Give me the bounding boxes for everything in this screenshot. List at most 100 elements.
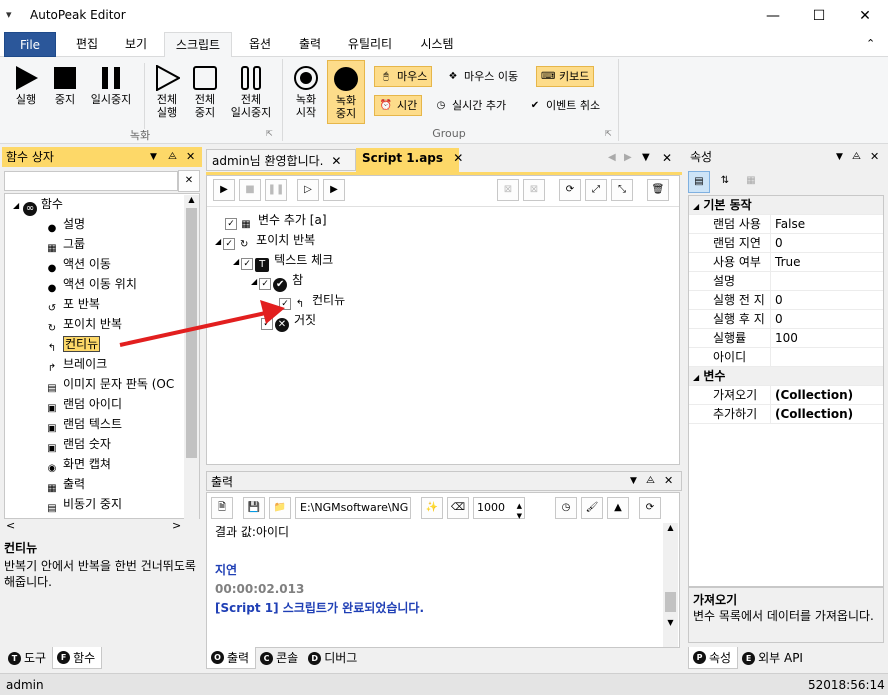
pin-icon[interactable]: ⨺ <box>168 147 177 167</box>
tab-scroll-right-icon[interactable]: ▶ <box>624 152 632 163</box>
fill-icon[interactable]: ▲ <box>607 497 629 519</box>
script-pause-button[interactable]: ❚❚ <box>265 179 287 201</box>
dialog-launcher-icon[interactable]: ⇱ <box>266 129 273 138</box>
scroll-up-icon[interactable]: ▲ <box>184 195 199 204</box>
log-path-input[interactable]: E:\NGMsoftware\NG <box>295 497 411 519</box>
menu-tab-view[interactable]: 보기 <box>114 32 158 57</box>
tab-functions[interactable]: F 함수 <box>52 647 103 669</box>
dropdown-icon[interactable]: ▼ <box>836 147 843 167</box>
clean-icon[interactable]: ✨ <box>421 497 443 519</box>
mouse-move-toggle[interactable]: ❖ 마우스 이동 <box>442 66 522 87</box>
collapse-icon[interactable]: ◢ <box>215 237 221 246</box>
realtime-add-toggle[interactable]: ◷ 실시간 추가 <box>430 95 510 116</box>
close-icon[interactable]: ✕ <box>186 147 195 167</box>
horizontal-scrollbar[interactable]: < > <box>4 519 200 535</box>
refresh-icon[interactable]: ⟳ <box>639 497 661 519</box>
minimize-button[interactable]: — <box>750 0 796 32</box>
tab-console[interactable]: C 콘솔 <box>256 647 304 669</box>
delete-icon[interactable]: 🗑 <box>647 179 669 201</box>
collapse-ribbon-icon[interactable]: ⌃ <box>866 37 875 50</box>
property-row[interactable]: 사용 여부 True <box>689 253 883 272</box>
collapse-icon[interactable]: ◢ <box>251 277 257 286</box>
property-value[interactable] <box>771 348 775 366</box>
collapse-icon[interactable]: ◢ <box>233 257 239 266</box>
property-row[interactable]: 실행 전 지0 <box>689 291 883 310</box>
category-basic[interactable]: ◢ 기본 동작 <box>689 196 883 215</box>
disable-all-button[interactable]: ⊠ <box>523 179 545 201</box>
stop-button[interactable]: 중지 <box>48 65 82 106</box>
menu-tab-system[interactable]: 시스템 <box>410 32 464 57</box>
property-value[interactable]: (Collection) <box>771 386 853 404</box>
function-item[interactable]: ● 설명 <box>5 214 199 234</box>
dropdown-icon[interactable]: ▼ <box>630 471 637 491</box>
function-item[interactable]: ▦ 출력 <box>5 474 199 494</box>
line-limit-stepper[interactable]: 1000 ▲ ▼ <box>473 497 525 520</box>
record-start-button[interactable]: 녹화 시작 <box>288 65 324 119</box>
open-folder-icon[interactable]: 📁 <box>269 497 291 519</box>
system-menu-icon[interactable]: ▾ <box>6 8 12 21</box>
tab-external-api[interactable]: E 외부 API <box>738 647 809 669</box>
property-row[interactable]: 랜덤 사용 False <box>689 215 883 234</box>
script-run-button[interactable]: ▶ <box>213 179 235 201</box>
script-node[interactable]: ✓ ▦ 변수 추가 [a] <box>215 210 665 230</box>
collapse-icon[interactable]: ◢ <box>693 202 699 211</box>
script-stop-button[interactable]: ■ <box>239 179 261 201</box>
menu-tab-file[interactable]: File <box>4 32 56 57</box>
function-item[interactable]: ▦ 그룹 <box>5 234 199 254</box>
pause-all-button[interactable]: 전체 일시중지 <box>226 65 276 119</box>
property-value[interactable] <box>771 272 775 290</box>
menu-tab-script[interactable]: 스크립트 <box>164 32 232 58</box>
tab-scroll-left-icon[interactable]: ◀ <box>608 152 616 163</box>
tab-welcome[interactable]: admin님 환영합니다. ✕ <box>206 149 356 171</box>
sort-alpha-icon[interactable]: ⇅ <box>714 171 736 193</box>
property-value[interactable]: True <box>771 253 801 271</box>
time-toggle[interactable]: ⏰ 시간 <box>374 95 423 116</box>
function-item[interactable]: ▣ 랜덤 아이디 <box>5 394 199 414</box>
expand-icon[interactable]: ⤢ <box>585 179 607 201</box>
menu-tab-edit[interactable]: 편집 <box>64 32 110 57</box>
tab-output[interactable]: O 출력 <box>206 647 257 669</box>
property-row[interactable]: 실행률 100 <box>689 329 883 348</box>
scroll-up-icon[interactable]: ▲ <box>663 523 678 532</box>
scroll-thumb[interactable] <box>665 592 676 612</box>
menu-tab-options[interactable]: 옵션 <box>238 32 282 57</box>
dropdown-icon[interactable]: ▼ <box>150 147 157 167</box>
collapse-icon[interactable]: ◢ <box>693 373 699 382</box>
property-value[interactable]: 0 <box>771 234 783 252</box>
step-button[interactable]: ▷ <box>297 179 319 201</box>
close-button[interactable]: ✕ <box>842 0 888 32</box>
pause-button[interactable]: 일시중지 <box>86 65 136 106</box>
scroll-left-icon[interactable]: < <box>6 519 15 532</box>
function-item[interactable]: ▣ 랜덤 숫자 <box>5 434 199 454</box>
brush-icon[interactable]: 🖌 <box>581 497 603 519</box>
node-checkbox[interactable]: ✓ <box>259 278 272 290</box>
script-node[interactable]: ◢ ✓ T 텍스트 체크 <box>215 250 665 272</box>
menu-tab-utility[interactable]: 유틸리티 <box>338 32 402 57</box>
new-log-icon[interactable]: 🗎 <box>211 497 233 519</box>
property-pages-icon[interactable]: ▦ <box>740 171 762 193</box>
keyboard-toggle[interactable]: ⌨ 키보드 <box>536 66 595 87</box>
node-checkbox[interactable]: ✓ <box>225 218 237 230</box>
tab-tools[interactable]: T 도구 <box>4 647 52 669</box>
function-item[interactable]: ▤ 비동기 중지 <box>5 494 199 514</box>
function-item[interactable]: ▣ 랜덤 텍스트 <box>5 414 199 434</box>
script-node[interactable]: ◢ ✓ ✔ 참 <box>215 270 665 292</box>
tab-script-1[interactable]: Script 1.aps ✕ <box>356 148 463 172</box>
property-value[interactable]: 0 <box>771 291 783 309</box>
category-variables[interactable]: ◢ 변수 <box>689 367 883 386</box>
pin-icon[interactable]: ⨺ <box>646 471 655 491</box>
property-value[interactable]: False <box>771 215 805 233</box>
function-item[interactable]: ● 액션 이동 <box>5 254 199 274</box>
close-icon[interactable]: ✕ <box>870 147 879 167</box>
node-checkbox[interactable]: ✓ <box>223 238 236 250</box>
property-row[interactable]: 아이디 <box>689 348 883 367</box>
menu-tab-output[interactable]: 출력 <box>288 32 332 57</box>
maximize-button[interactable]: ☐ <box>796 0 842 32</box>
run-from-button[interactable]: ▶ <box>323 179 345 201</box>
run-button[interactable]: 실행 <box>8 65 44 106</box>
stop-all-button[interactable]: 전체 중지 <box>188 65 222 119</box>
output-scrollbar[interactable]: ▲ ▼ <box>663 523 678 647</box>
timer-icon[interactable]: ◷ <box>555 497 577 519</box>
pin-icon[interactable]: ⨺ <box>852 147 861 167</box>
record-stop-button[interactable]: 녹화 중지 <box>327 60 365 124</box>
